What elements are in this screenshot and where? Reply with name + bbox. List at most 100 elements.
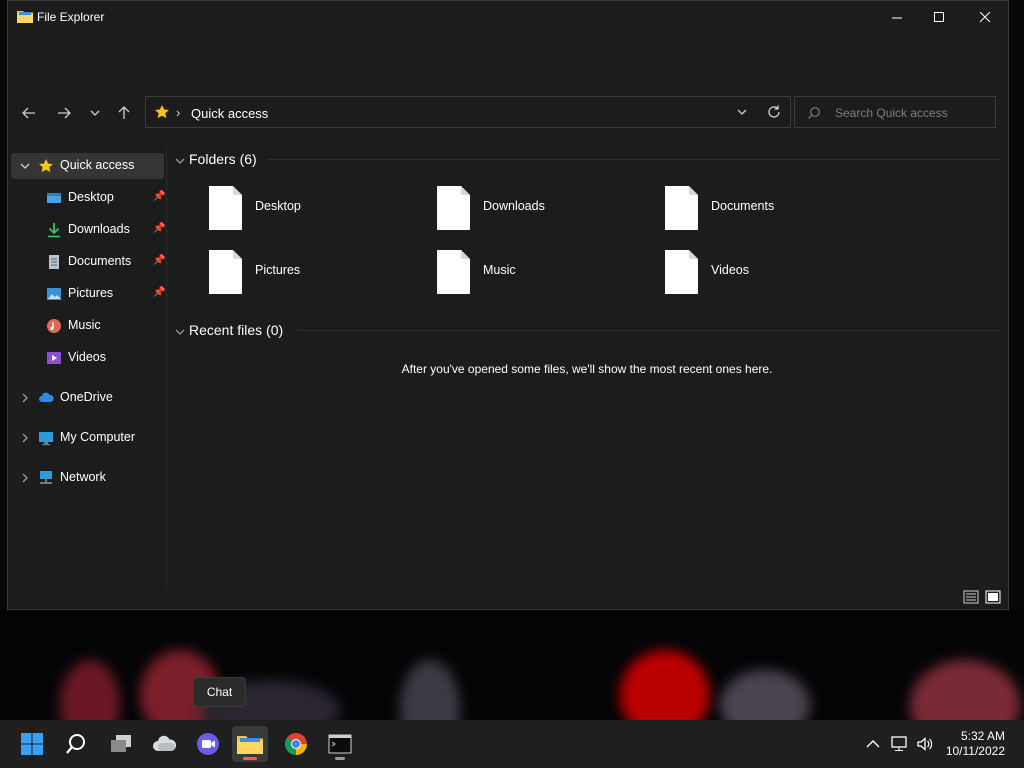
folder-desktop[interactable]: Desktop [209, 186, 409, 238]
volume-tray-button[interactable] [915, 734, 935, 754]
terminal-taskbar-button[interactable] [322, 726, 358, 762]
recent-locations-button[interactable] [83, 101, 107, 125]
sidebar-item-label: Quick access [60, 158, 135, 172]
sidebar-item-music[interactable]: Music [11, 313, 164, 339]
task-view-button[interactable] [103, 726, 139, 762]
document-icon [49, 255, 59, 269]
taskbar: 5:32 AM 10/11/2022 [0, 720, 1024, 768]
file-icon [209, 250, 242, 294]
breadcrumb-quick-access[interactable]: Quick access [191, 106, 268, 121]
show-hidden-icons-button[interactable] [863, 734, 883, 754]
folder-downloads[interactable]: Downloads [437, 186, 637, 238]
search-icon [808, 107, 820, 119]
star-icon [155, 105, 169, 119]
folder-music[interactable]: Music [437, 250, 637, 302]
recent-files-section-title: Recent files (0) [189, 322, 284, 338]
tiles-view-icon[interactable] [985, 589, 1001, 605]
folder-label: Downloads [483, 199, 545, 213]
details-view-icon[interactable] [963, 589, 979, 605]
cloud-icon [39, 392, 54, 402]
chevron-right-icon[interactable] [19, 432, 31, 444]
up-button[interactable] [112, 101, 136, 125]
chrome-taskbar-button[interactable] [278, 726, 314, 762]
network-tray-button[interactable] [890, 734, 910, 754]
terminal-icon [328, 734, 352, 754]
sidebar-item-downloads[interactable]: Downloads 📌 [11, 217, 166, 243]
sidebar-item-label: Desktop [68, 190, 114, 204]
sidebar-item-label: Network [60, 470, 106, 484]
chat-button[interactable] [190, 726, 226, 762]
sidebar-item-onedrive[interactable]: OneDrive [11, 385, 164, 411]
clock-date: 10/11/2022 [945, 744, 1005, 758]
forward-button[interactable] [52, 101, 76, 125]
chevron-down-icon[interactable] [174, 155, 186, 167]
music-icon [47, 319, 61, 333]
address-bar[interactable]: › Quick access [145, 96, 791, 128]
arrow-right-icon [58, 107, 71, 119]
windows-start-icon [21, 733, 43, 755]
folder-label: Music [483, 263, 516, 277]
folder-documents[interactable]: Documents [665, 186, 865, 238]
sidebar-item-pictures[interactable]: Pictures 📌 [11, 281, 165, 307]
widgets-button[interactable] [147, 726, 183, 762]
folder-icon [17, 11, 33, 23]
taskbar-search-button[interactable] [58, 726, 94, 762]
folders-section-title: Folders (6) [189, 151, 257, 167]
sidebar-item-label: Videos [68, 350, 106, 364]
recent-files-empty-message: After you've opened some files, we'll sh… [401, 362, 773, 376]
search-icon [66, 734, 85, 754]
chrome-icon [284, 733, 307, 755]
pin-icon: 📌 [153, 191, 166, 202]
back-button[interactable] [17, 101, 41, 125]
folder-pictures[interactable]: Pictures [209, 250, 409, 302]
sidebar-item-network[interactable]: Network [11, 465, 164, 491]
folder-icon [237, 736, 263, 754]
chat-tooltip: Chat [193, 677, 246, 707]
title-bar[interactable]: File Explorer [8, 1, 1008, 33]
chevron-down-icon[interactable] [19, 160, 31, 172]
sidebar-item-my-computer[interactable]: My Computer [11, 425, 164, 451]
start-button[interactable] [14, 726, 50, 762]
folder-label: Desktop [255, 199, 301, 213]
minimize-button[interactable] [874, 1, 920, 33]
window-title: File Explorer [37, 10, 105, 24]
minimize-icon [891, 17, 902, 18]
pin-icon: 📌 [153, 255, 166, 266]
refresh-icon[interactable] [766, 104, 782, 120]
sidebar-item-quick-access[interactable]: Quick access [11, 153, 164, 179]
navigation-pane: Quick access Desktop 📌 Downloads 📌 Docum… [8, 147, 167, 589]
navigation-toolbar: › Quick access [8, 95, 1008, 131]
search-input[interactable] [833, 103, 992, 123]
file-icon [437, 250, 470, 294]
file-icon [665, 186, 698, 230]
network-tray-icon [891, 736, 907, 751]
file-explorer-taskbar-button[interactable] [232, 726, 268, 762]
sidebar-item-label: My Computer [60, 430, 136, 444]
pin-icon: 📌 [153, 223, 166, 234]
sidebar-item-desktop[interactable]: Desktop 📌 [11, 185, 166, 211]
sidebar-item-documents[interactable]: Documents 📌 [11, 249, 166, 275]
task-view-icon [111, 735, 131, 752]
sidebar-item-label: Downloads [68, 222, 130, 236]
sidebar-item-label: Pictures [68, 286, 114, 300]
sidebar-item-label: OneDrive [60, 390, 113, 404]
close-button[interactable] [962, 1, 1008, 33]
chevron-right-icon[interactable] [19, 392, 31, 404]
taskbar-clock[interactable]: 5:32 AM 10/11/2022 [946, 729, 1005, 759]
chevron-right-icon[interactable] [19, 472, 31, 484]
search-box[interactable] [794, 96, 996, 128]
desktop-icon [47, 193, 61, 203]
folder-label: Videos [711, 263, 749, 277]
section-divider [268, 159, 1000, 160]
chevron-down-icon[interactable] [736, 105, 748, 119]
sidebar-item-videos[interactable]: Videos [11, 345, 164, 371]
videos-icon [47, 352, 61, 364]
chevron-down-icon[interactable] [174, 326, 186, 338]
active-app-indicator [243, 757, 257, 760]
folder-videos[interactable]: Videos [665, 250, 865, 302]
folder-label: Documents [711, 199, 775, 213]
maximize-button[interactable] [916, 1, 962, 33]
clock-time: 5:32 AM [960, 729, 1005, 743]
file-icon [209, 186, 242, 230]
running-app-indicator [335, 757, 345, 760]
